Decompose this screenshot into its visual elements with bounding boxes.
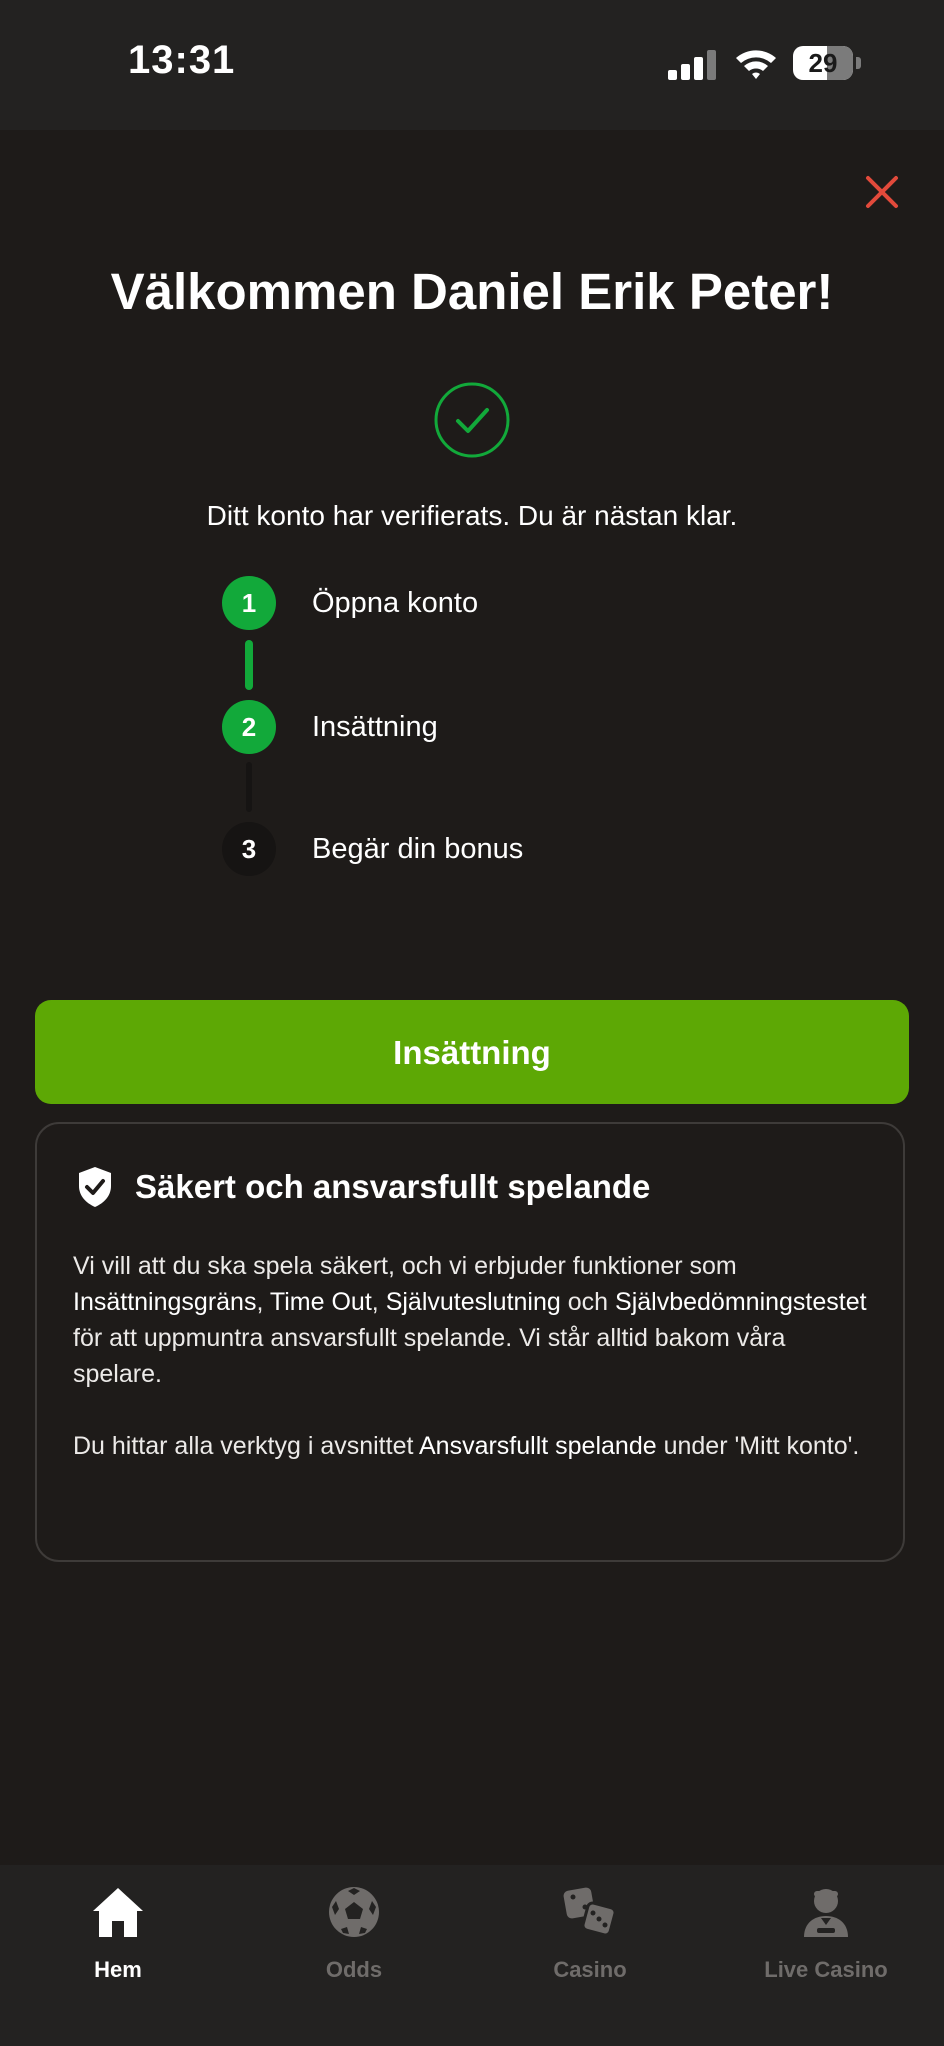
tab-label: Live Casino bbox=[764, 1957, 888, 1982]
status-time: 13:31 bbox=[128, 38, 236, 82]
step-number: 3 bbox=[222, 822, 276, 876]
responsible-gaming-card: Säkert och ansvarsfullt spelande Vi vill… bbox=[35, 1122, 905, 1562]
battery-percent: 29 bbox=[808, 48, 838, 78]
text: Du hittar alla verktyg i avsnittet bbox=[73, 1432, 414, 1460]
wifi-icon bbox=[736, 50, 776, 79]
step-number: 1 bbox=[222, 576, 276, 630]
step-label: Insättning bbox=[312, 711, 438, 743]
welcome-title: Välkommen Daniel Erik Peter! bbox=[110, 263, 834, 320]
tab-label: Hem bbox=[94, 1957, 142, 1982]
step-connector-completed bbox=[245, 640, 253, 690]
tab-live-casino[interactable]: Live Casino bbox=[708, 1865, 944, 2046]
shield-check-icon bbox=[79, 1167, 111, 1207]
soccer-ball-icon bbox=[329, 1887, 379, 1937]
feature-time-out: Time Out bbox=[269, 1288, 372, 1316]
step-connector-pending bbox=[246, 762, 252, 812]
card-paragraph: Vi vill att du ska spela säkert, och vi … bbox=[73, 1248, 873, 1392]
text: , bbox=[256, 1288, 264, 1316]
check-circle-icon bbox=[434, 382, 510, 458]
card-title: Säkert och ansvarsfullt spelande bbox=[135, 1168, 651, 1205]
feature-self-exclusion: Självuteslutning bbox=[385, 1288, 561, 1316]
step-label: Öppna konto bbox=[312, 587, 479, 619]
close-icon[interactable] bbox=[862, 172, 902, 212]
tab-home[interactable]: Hem bbox=[0, 1865, 236, 2046]
verified-message: Ditt konto har verifierats. Du är nästan… bbox=[206, 500, 738, 531]
text: , bbox=[371, 1288, 379, 1316]
feature-deposit-limit: Insättningsgräns bbox=[73, 1288, 257, 1316]
deposit-button[interactable]: Insättning bbox=[35, 1000, 909, 1104]
dice-icon bbox=[563, 1887, 617, 1937]
text: och bbox=[567, 1288, 609, 1316]
card-body: Vi vill att du ska spela säkert, och vi … bbox=[73, 1248, 873, 1464]
responsible-gaming-section: Ansvarsfullt spelande bbox=[419, 1432, 657, 1460]
card-paragraph: Du hittar alla verktyg i avsnittet Ansva… bbox=[73, 1428, 873, 1464]
bottom-tab-bar: Hem Odds Casino Live Casino bbox=[0, 1865, 944, 2046]
tab-casino[interactable]: Casino bbox=[472, 1865, 708, 2046]
battery-tip bbox=[856, 57, 861, 69]
tab-label: Casino bbox=[553, 1957, 627, 1982]
feature-self-assessment: Självbedömningstestet bbox=[615, 1288, 867, 1316]
text: under 'Mitt konto'. bbox=[663, 1432, 860, 1460]
step-label: Begär din bonus bbox=[312, 833, 524, 865]
step-number: 2 bbox=[222, 700, 276, 754]
battery-icon: 29 bbox=[793, 46, 853, 80]
text: Vi vill att du ska spela säkert, och vi … bbox=[73, 1252, 737, 1280]
cellular-signal-icon bbox=[668, 50, 716, 80]
status-bar: 13:31 29 bbox=[0, 0, 944, 130]
home-icon bbox=[93, 1888, 143, 1937]
dealer-icon bbox=[804, 1889, 848, 1937]
text: för att uppmuntra ansvarsfullt spelande.… bbox=[73, 1324, 786, 1388]
tab-label: Odds bbox=[325, 1957, 383, 1982]
tab-odds[interactable]: Odds bbox=[236, 1865, 472, 2046]
